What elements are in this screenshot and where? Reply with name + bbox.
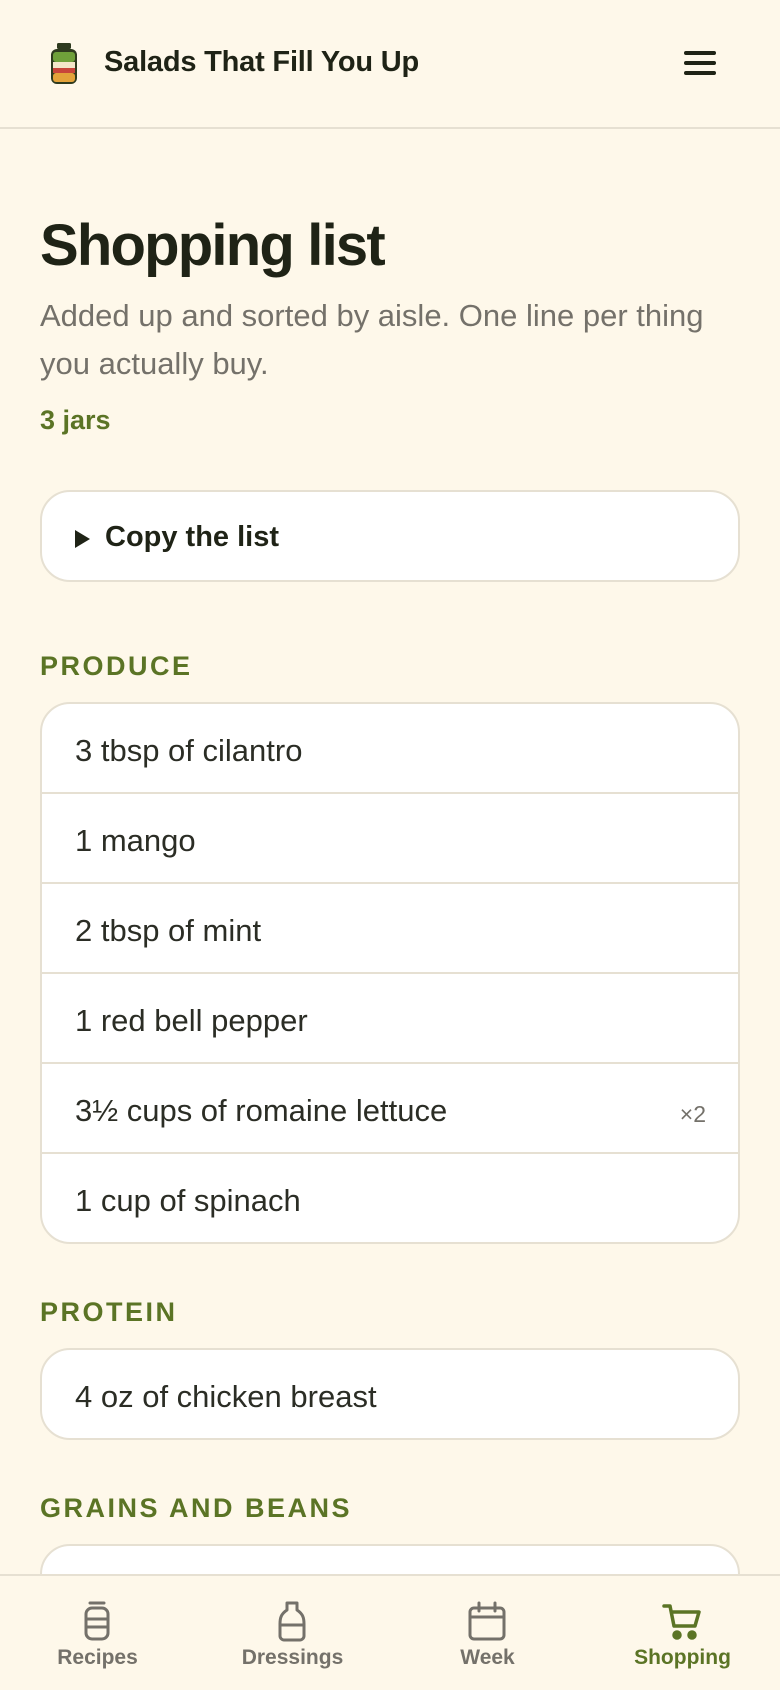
hamburger-menu-icon[interactable] bbox=[680, 46, 720, 80]
bottom-nav: Recipes Dressings Week Shopping bbox=[0, 1574, 780, 1688]
top-bar: Salads That Fill You Up bbox=[0, 0, 780, 129]
jar-icon bbox=[84, 1601, 110, 1641]
app-title[interactable]: Salads That Fill You Up bbox=[104, 46, 419, 79]
item-text: 1 mango bbox=[75, 823, 196, 858]
item-text: 3 tbsp of cilantro bbox=[75, 733, 303, 768]
disclosure-triangle-icon bbox=[75, 530, 90, 548]
copy-list-label: Copy the list bbox=[105, 521, 280, 553]
nav-label-dressings: Dressings bbox=[241, 1646, 344, 1669]
salad-jar-icon[interactable] bbox=[49, 43, 79, 85]
item-text: 1 red bell pepper bbox=[75, 1003, 308, 1038]
copy-list-toggle[interactable]: Copy the list bbox=[40, 490, 740, 582]
section-title-produce: PRODUCE bbox=[40, 651, 193, 681]
list-item[interactable]: 4 oz of chicken breast bbox=[42, 1350, 738, 1438]
list-item[interactable]: 1 mango bbox=[42, 792, 738, 882]
item-multiplier: ×2 bbox=[679, 1101, 706, 1127]
list-item[interactable]: 3 tbsp of cilantro bbox=[42, 704, 738, 792]
bottle-icon bbox=[278, 1601, 306, 1642]
nav-item-dressings[interactable]: Dressings bbox=[195, 1576, 390, 1690]
list-item[interactable]: 1 red bell pepper bbox=[42, 972, 738, 1062]
nav-label-recipes: Recipes bbox=[57, 1646, 138, 1669]
produce-list: 3 tbsp of cilantro 1 mango 2 tbsp of min… bbox=[40, 702, 740, 1244]
page-title: Shopping list bbox=[40, 213, 386, 278]
list-item[interactable]: 2 tbsp of mint bbox=[42, 882, 738, 972]
nav-label-shopping: Shopping bbox=[634, 1646, 731, 1669]
section-title-protein: PROTEIN bbox=[40, 1297, 178, 1327]
list-item[interactable]: 3½ cups of romaine lettuce ×2 bbox=[42, 1062, 738, 1152]
item-text: 3½ cups of romaine lettuce bbox=[75, 1093, 448, 1128]
calendar-icon bbox=[468, 1601, 506, 1641]
nav-label-week: Week bbox=[460, 1646, 515, 1669]
jar-count: 3 jars bbox=[40, 405, 111, 435]
page-subtitle: Added up and sorted by aisle. One line p… bbox=[40, 298, 704, 381]
list-item[interactable]: 1 cup of spinach bbox=[42, 1152, 738, 1242]
item-text: 1 cup of spinach bbox=[75, 1183, 301, 1218]
item-text: 2 tbsp of mint bbox=[75, 913, 262, 948]
shopping-cart-icon bbox=[662, 1604, 701, 1640]
section-title-grains-and-beans: GRAINS AND BEANS bbox=[40, 1493, 353, 1523]
item-text: 4 oz of chicken breast bbox=[75, 1379, 377, 1414]
nav-item-week[interactable]: Week bbox=[390, 1576, 585, 1690]
nav-item-shopping[interactable]: Shopping bbox=[585, 1576, 780, 1690]
protein-list: 4 oz of chicken breast bbox=[40, 1348, 740, 1440]
nav-item-recipes[interactable]: Recipes bbox=[0, 1576, 195, 1690]
